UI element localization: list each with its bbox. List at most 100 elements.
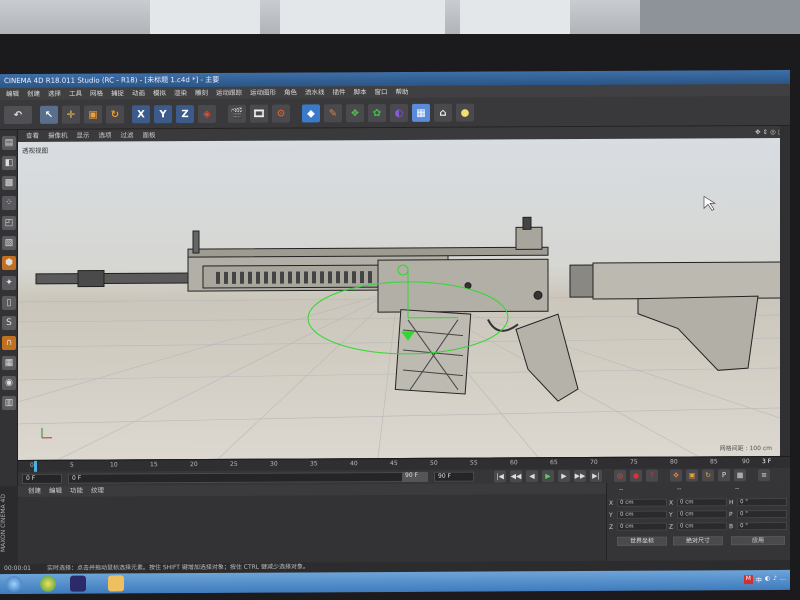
move-key-icon[interactable]: ✥: [670, 469, 682, 482]
tray-more-icon[interactable]: …: [780, 575, 786, 584]
tweak-mode-icon[interactable]: ✦: [2, 275, 16, 291]
magnet-icon[interactable]: ∩: [2, 335, 16, 351]
menu-animate[interactable]: 动画: [132, 87, 145, 99]
menu-render[interactable]: 渲染: [174, 87, 187, 99]
world-coord-dropdown[interactable]: 世界坐标: [617, 536, 667, 546]
go-to-end-icon[interactable]: ▶|: [590, 469, 602, 482]
viewport-menu-view[interactable]: 查看: [26, 130, 39, 142]
max-frame-field[interactable]: 90 F: [434, 471, 474, 482]
scale-icon[interactable]: ▣: [84, 105, 102, 124]
x-axis-icon[interactable]: X: [132, 105, 150, 124]
polygons-mode-icon[interactable]: ▧: [2, 235, 16, 251]
select-arrow-icon[interactable]: ↖: [40, 105, 58, 124]
start-button-icon[interactable]: [6, 575, 22, 593]
material-menu-function[interactable]: 功能: [70, 486, 83, 497]
frame-range-slider[interactable]: 0 F: [68, 471, 428, 484]
next-key-icon[interactable]: ▶▶: [574, 469, 586, 483]
menu-simulate[interactable]: 模拟: [153, 87, 166, 99]
deformer-icon[interactable]: ◐: [390, 103, 408, 123]
light-icon[interactable]: ●: [456, 103, 474, 122]
menu-edit[interactable]: 编辑: [6, 88, 19, 100]
menu-character[interactable]: 角色: [284, 87, 297, 99]
render-picture-icon[interactable]: 🎞: [250, 104, 268, 123]
undo-icon[interactable]: ↶: [4, 105, 32, 125]
param-key-icon[interactable]: P: [718, 469, 730, 482]
viewport-menu-filter[interactable]: 过滤: [121, 129, 134, 141]
menu-snap[interactable]: 捕捉: [111, 87, 124, 99]
prev-key-icon[interactable]: ◀◀: [510, 470, 522, 483]
axis-mode-icon[interactable]: ⬢: [2, 255, 16, 271]
position-z-field[interactable]: 0 cm: [617, 522, 667, 531]
pla-key-icon[interactable]: ▦: [734, 469, 746, 482]
rotate-icon[interactable]: ↻: [106, 105, 124, 124]
folder-icon[interactable]: [108, 575, 124, 592]
make-editable-icon[interactable]: ▤: [2, 135, 16, 151]
menu-sculpt[interactable]: 雕刻: [195, 87, 208, 99]
model-mode-icon[interactable]: ◧: [2, 155, 16, 171]
cloner-icon[interactable]: ✿: [368, 104, 386, 123]
menu-motion-tracking[interactable]: 运动跟踪: [216, 87, 242, 99]
perspective-viewport[interactable]: 透视视图 网格间距 : 100 cm: [18, 137, 780, 460]
rotation-p-field[interactable]: 0 °: [737, 509, 787, 519]
size-mode-dropdown[interactable]: 绝对尺寸: [673, 536, 723, 546]
menu-tools[interactable]: 工具: [69, 88, 82, 100]
camera-icon[interactable]: ⌂: [434, 103, 452, 122]
menu-mograph[interactable]: 运动图形: [250, 87, 276, 99]
next-frame-icon[interactable]: ▶: [558, 470, 570, 483]
floor-icon[interactable]: ▦: [412, 103, 430, 122]
menu-window[interactable]: 窗口: [375, 86, 388, 98]
playhead[interactable]: [34, 460, 37, 472]
viewport-menu-cameras[interactable]: 摄像机: [48, 130, 68, 142]
menu-mesh[interactable]: 网格: [90, 88, 103, 100]
tray-sound-icon[interactable]: ♪: [773, 575, 777, 584]
key-help-icon[interactable]: ?: [646, 469, 658, 482]
rotation-b-field[interactable]: 0 °: [737, 521, 787, 531]
move-icon[interactable]: ✛: [62, 105, 80, 124]
play-icon[interactable]: ▶: [542, 470, 554, 483]
render-settings-icon[interactable]: ⚙: [272, 104, 290, 123]
viewport-menu-display[interactable]: 显示: [77, 130, 90, 142]
material-menu-texture[interactable]: 纹理: [91, 486, 104, 497]
record-keys-icon[interactable]: ◎: [614, 469, 626, 482]
tray-moon-icon[interactable]: ◐: [765, 575, 770, 584]
mouse-icon[interactable]: ▯: [2, 295, 16, 311]
subdivide-icon[interactable]: ❖: [346, 104, 364, 123]
position-x-field[interactable]: 0 cm: [617, 498, 667, 507]
rotate-key-icon[interactable]: ↻: [702, 469, 714, 482]
size-z-field[interactable]: 0 cm: [677, 522, 727, 531]
menu-create[interactable]: 创建: [27, 88, 40, 100]
menu-select[interactable]: 选择: [48, 88, 61, 100]
workplane-icon[interactable]: ▦: [2, 355, 16, 371]
menu-pipeline[interactable]: 流水线: [305, 86, 325, 98]
viewport-menu-panel[interactable]: 面板: [143, 129, 156, 141]
viewport-menu-options[interactable]: 选项: [99, 129, 112, 141]
current-frame-field[interactable]: 0 F: [22, 473, 62, 484]
menu-plugins[interactable]: 插件: [333, 86, 346, 98]
auto-key-icon[interactable]: ●: [630, 469, 642, 482]
scale-key-icon[interactable]: ▣: [686, 469, 698, 482]
render-view-icon[interactable]: 🎬: [228, 104, 246, 123]
size-y-field[interactable]: 0 cm: [677, 510, 727, 519]
material-menu-create[interactable]: 创建: [28, 486, 41, 497]
menu-help[interactable]: 帮助: [396, 86, 409, 98]
position-y-field[interactable]: 0 cm: [617, 510, 667, 519]
range-end-label[interactable]: 90 F: [402, 471, 428, 482]
tray-lang-icon[interactable]: 中: [756, 575, 762, 584]
z-axis-icon[interactable]: Z: [176, 105, 194, 124]
timeline-menu-icon[interactable]: ≡: [758, 469, 770, 482]
rotation-h-field[interactable]: 0 °: [737, 497, 787, 507]
points-mode-icon[interactable]: ⁘: [2, 195, 16, 211]
menu-script[interactable]: 脚本: [354, 86, 367, 98]
snap-icon[interactable]: S: [2, 315, 16, 331]
prev-frame-icon[interactable]: ◀: [526, 470, 538, 483]
y-axis-icon[interactable]: Y: [154, 105, 172, 124]
material-menu-edit[interactable]: 编辑: [49, 486, 62, 497]
right-panel-edge[interactable]: [780, 125, 790, 456]
size-x-field[interactable]: 0 cm: [677, 498, 727, 507]
lock-icon[interactable]: ◉: [2, 375, 16, 391]
cinema4d-taskbar-icon[interactable]: [70, 575, 86, 592]
tray-ime-icon[interactable]: M: [743, 575, 753, 585]
cube-icon[interactable]: ◆: [302, 104, 320, 123]
world-coord-icon[interactable]: ◈: [198, 104, 216, 124]
grid-icon[interactable]: ▥: [2, 395, 16, 411]
